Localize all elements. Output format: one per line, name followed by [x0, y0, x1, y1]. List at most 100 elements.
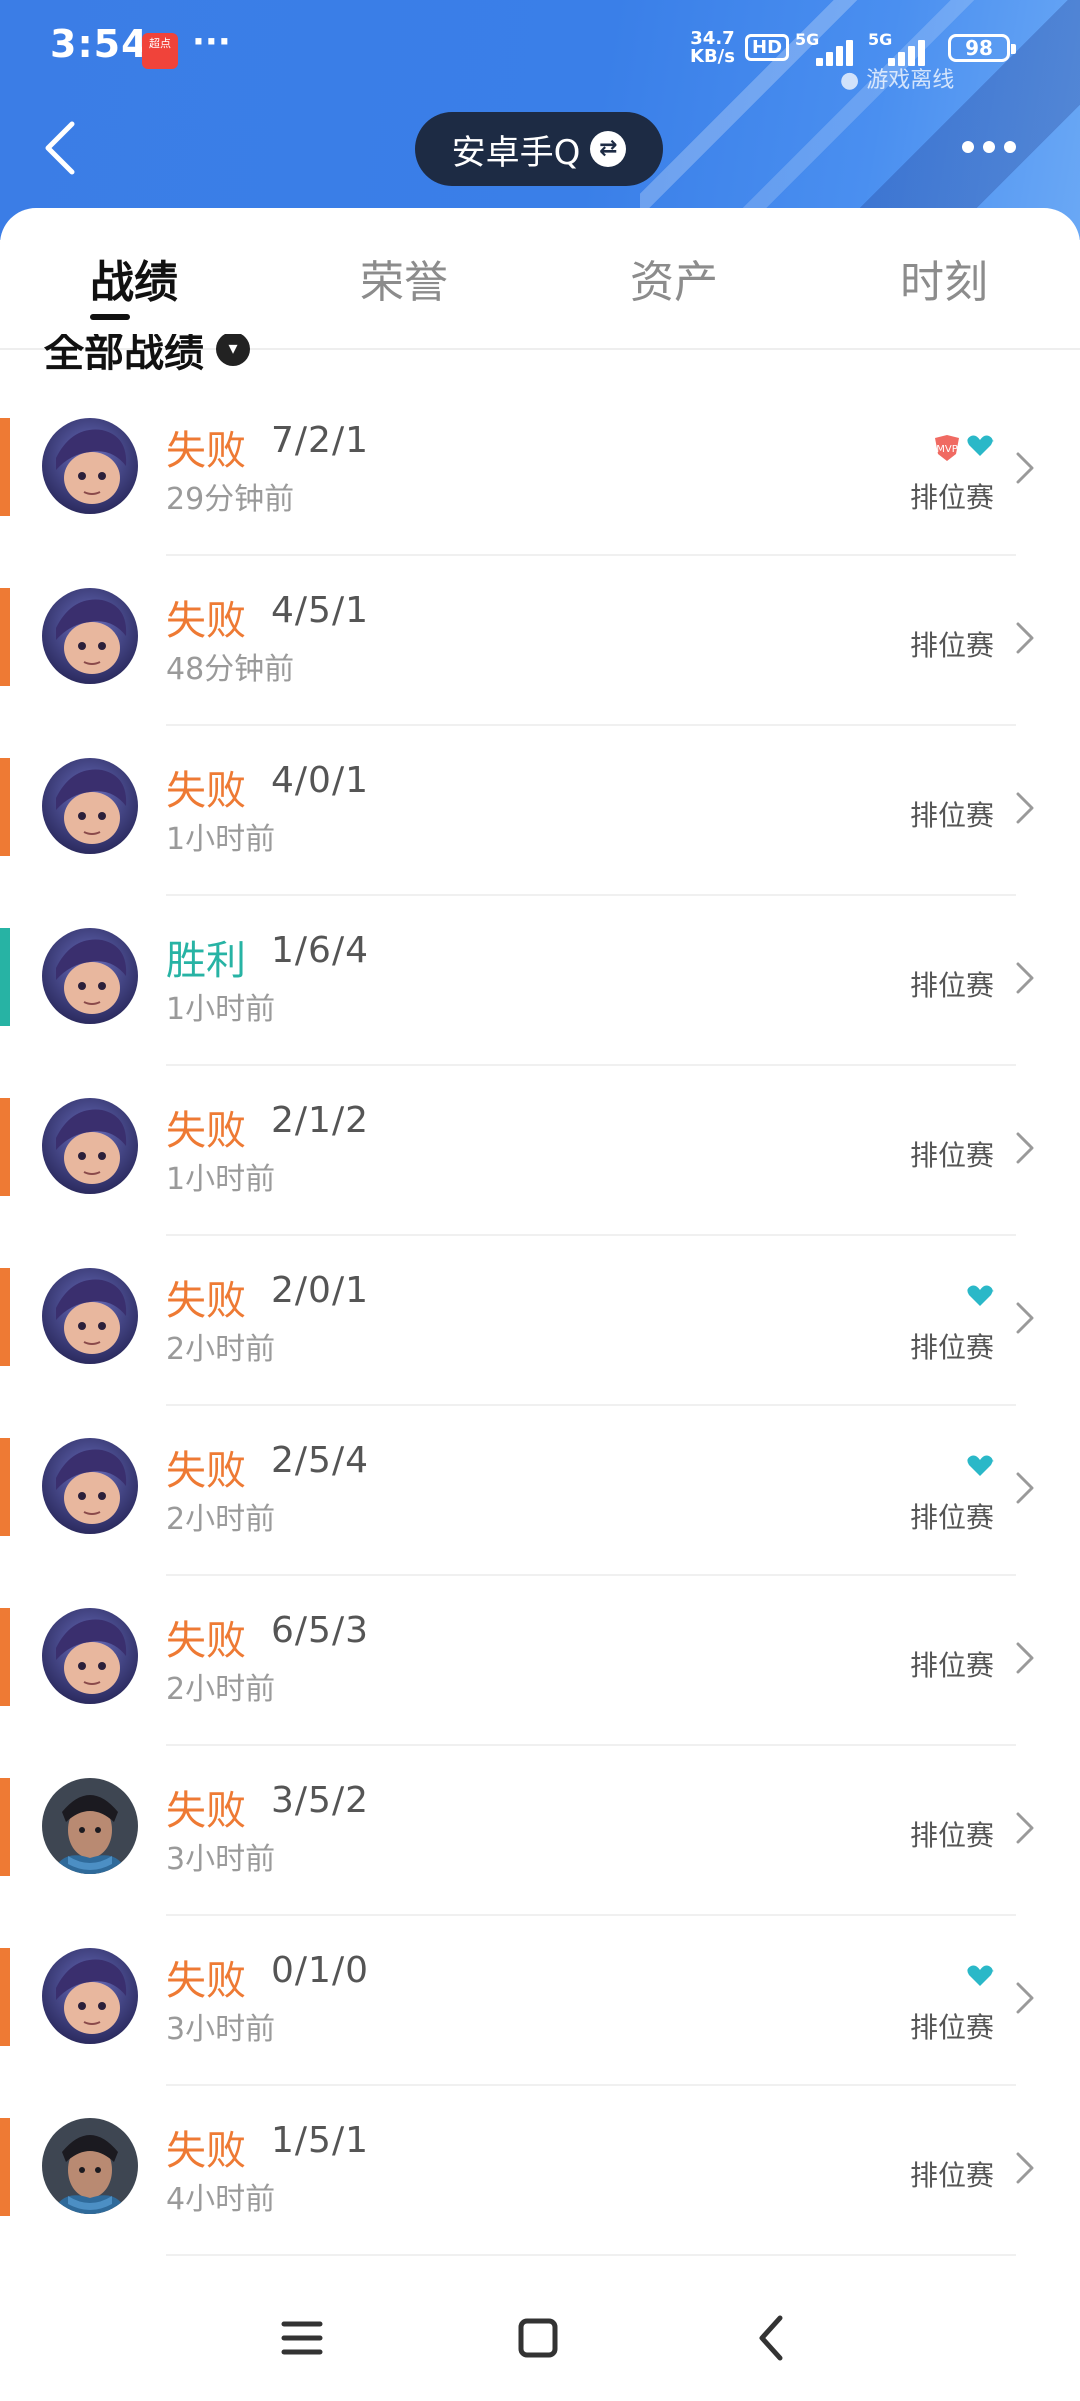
menu-button[interactable]: [272, 2308, 332, 2368]
switch-arrows-icon: ⇄: [590, 131, 627, 167]
system-nav-bar: [0, 2270, 1080, 2401]
chevron-right-icon: [1016, 792, 1034, 824]
nav-back-button[interactable]: [742, 2308, 802, 2368]
result-color-bar: [0, 1268, 10, 1366]
match-kda: 4/0/1: [271, 760, 369, 801]
match-result: 失败: [166, 1448, 246, 1494]
hero-avatar: [42, 758, 138, 854]
match-mode: 排位赛: [909, 629, 994, 662]
match-result: 失败: [166, 428, 246, 474]
row-chevron: [1012, 1130, 1036, 1166]
account-name: 安卓手Q: [451, 132, 581, 173]
result-color-bar: [0, 1778, 10, 1876]
row-chevron: [1012, 1980, 1036, 2016]
match-badges: +: [966, 1964, 994, 1988]
result-color-bar: [0, 588, 10, 686]
match-badges: +: [966, 1454, 994, 1478]
row-divider: [166, 2254, 1016, 2256]
match-mode: 排位赛: [909, 1501, 994, 1534]
match-row[interactable]: 失败 7/2/1 29分钟前 MVP + 排位赛: [0, 386, 1080, 556]
match-time: 3小时前: [166, 1842, 276, 1877]
match-mode: 排位赛: [909, 2159, 994, 2192]
battery-indicator: 98: [948, 34, 1016, 62]
match-row[interactable]: 失败 0/1/0 3小时前 + 排位赛: [0, 1916, 1080, 2086]
match-kda: 2/5/4: [271, 1440, 369, 1481]
chevron-right-icon: [1016, 622, 1034, 654]
result-color-bar: [0, 758, 10, 856]
match-row[interactable]: 失败 4/0/1 1小时前 排位赛: [0, 726, 1080, 896]
match-result: 失败: [166, 1108, 246, 1154]
match-result: 失败: [166, 598, 246, 644]
like-heart-icon: +: [967, 1965, 994, 1986]
hero-avatar: [42, 1948, 138, 2044]
network-speed: 34.7 KB/s: [690, 30, 735, 66]
section-title: 全部战绩: [44, 334, 204, 372]
chevron-right-icon: [1016, 1302, 1034, 1334]
match-kda: 0/1/0: [271, 1950, 369, 1991]
match-mode: 排位赛: [909, 1819, 994, 1852]
match-kda: 2/1/2: [271, 1100, 369, 1141]
section-filter[interactable]: 全部战绩 ▾: [44, 334, 250, 372]
menu-icon: [281, 2321, 323, 2355]
tab-record[interactable]: 战绩: [64, 246, 204, 310]
chevron-right-icon: [1016, 1132, 1034, 1164]
match-time: 1小时前: [166, 1162, 276, 1197]
match-kda: 1/6/4: [271, 930, 369, 971]
match-row[interactable]: 失败 3/5/2 3小时前 排位赛: [0, 1746, 1080, 1916]
row-chevron: [1012, 960, 1036, 996]
chevron-right-icon: [1016, 2152, 1034, 2184]
match-result: 胜利: [166, 938, 246, 984]
row-chevron: [1012, 1470, 1036, 1506]
match-row[interactable]: 失败 2/5/4 2小时前 + 排位赛: [0, 1406, 1080, 1576]
match-result: 失败: [166, 1278, 246, 1324]
svg-text:+: +: [986, 436, 994, 447]
like-heart-icon: +: [967, 1455, 994, 1476]
back-button[interactable]: [38, 118, 88, 178]
chevron-right-icon: [1016, 1982, 1034, 2014]
more-options-button[interactable]: [962, 132, 1022, 162]
row-chevron: [1012, 620, 1036, 656]
result-color-bar: [0, 1098, 10, 1196]
hero-avatar: [42, 1778, 138, 1874]
home-button[interactable]: [508, 2308, 568, 2368]
match-time: 2小时前: [166, 1672, 276, 1707]
account-switcher[interactable]: 安卓手Q ⇄: [415, 112, 663, 186]
match-result: 失败: [166, 1958, 246, 2004]
hd-voice-icon: HD: [745, 34, 790, 61]
svg-text:MVP: MVP: [936, 444, 958, 455]
tab-assets[interactable]: 资产: [604, 246, 744, 310]
match-mode: 排位赛: [909, 1649, 994, 1682]
match-row[interactable]: 胜利 1/6/4 1小时前 排位赛: [0, 896, 1080, 1066]
match-mode: 排位赛: [909, 2011, 994, 2044]
match-kda: 4/5/1: [271, 590, 369, 631]
chevron-right-icon: [1016, 1642, 1034, 1674]
chevron-right-icon: [1016, 452, 1034, 484]
chevron-right-icon: [1016, 962, 1034, 994]
result-color-bar: [0, 2118, 10, 2216]
hero-avatar: [42, 928, 138, 1024]
match-kda: 3/5/2: [271, 1780, 369, 1821]
tab-moments[interactable]: 时刻: [874, 246, 1014, 310]
game-offline-status: ● 游戏离线: [840, 68, 955, 93]
match-result: 失败: [166, 1788, 246, 1834]
match-time: 3小时前: [166, 2012, 276, 2047]
match-kda: 7/2/1: [271, 420, 369, 461]
match-time: 2小时前: [166, 1332, 276, 1367]
match-time: 48分钟前: [166, 652, 295, 687]
match-row[interactable]: 失败 2/0/1 2小时前 + 排位赛: [0, 1236, 1080, 1406]
match-mode: 排位赛: [909, 799, 994, 832]
svg-text:+: +: [986, 1456, 994, 1467]
mvp-medal-icon: MVP: [935, 435, 959, 461]
hero-avatar: [42, 1608, 138, 1704]
dropdown-arrow-icon: ▾: [216, 334, 250, 366]
match-row[interactable]: 失败 6/5/3 2小时前 排位赛: [0, 1576, 1080, 1746]
svg-text:+: +: [986, 1286, 994, 1297]
row-chevron: [1012, 2150, 1036, 2186]
match-row[interactable]: 失败 2/1/2 1小时前 排位赛: [0, 1066, 1080, 1236]
match-time: 1小时前: [166, 822, 276, 857]
match-result: 失败: [166, 2128, 246, 2174]
match-row[interactable]: 失败 1/5/1 4小时前 排位赛: [0, 2086, 1080, 2256]
match-row[interactable]: 失败 4/5/1 48分钟前 排位赛: [0, 556, 1080, 726]
match-time: 2小时前: [166, 1502, 276, 1537]
tab-honor[interactable]: 荣誉: [334, 246, 474, 310]
